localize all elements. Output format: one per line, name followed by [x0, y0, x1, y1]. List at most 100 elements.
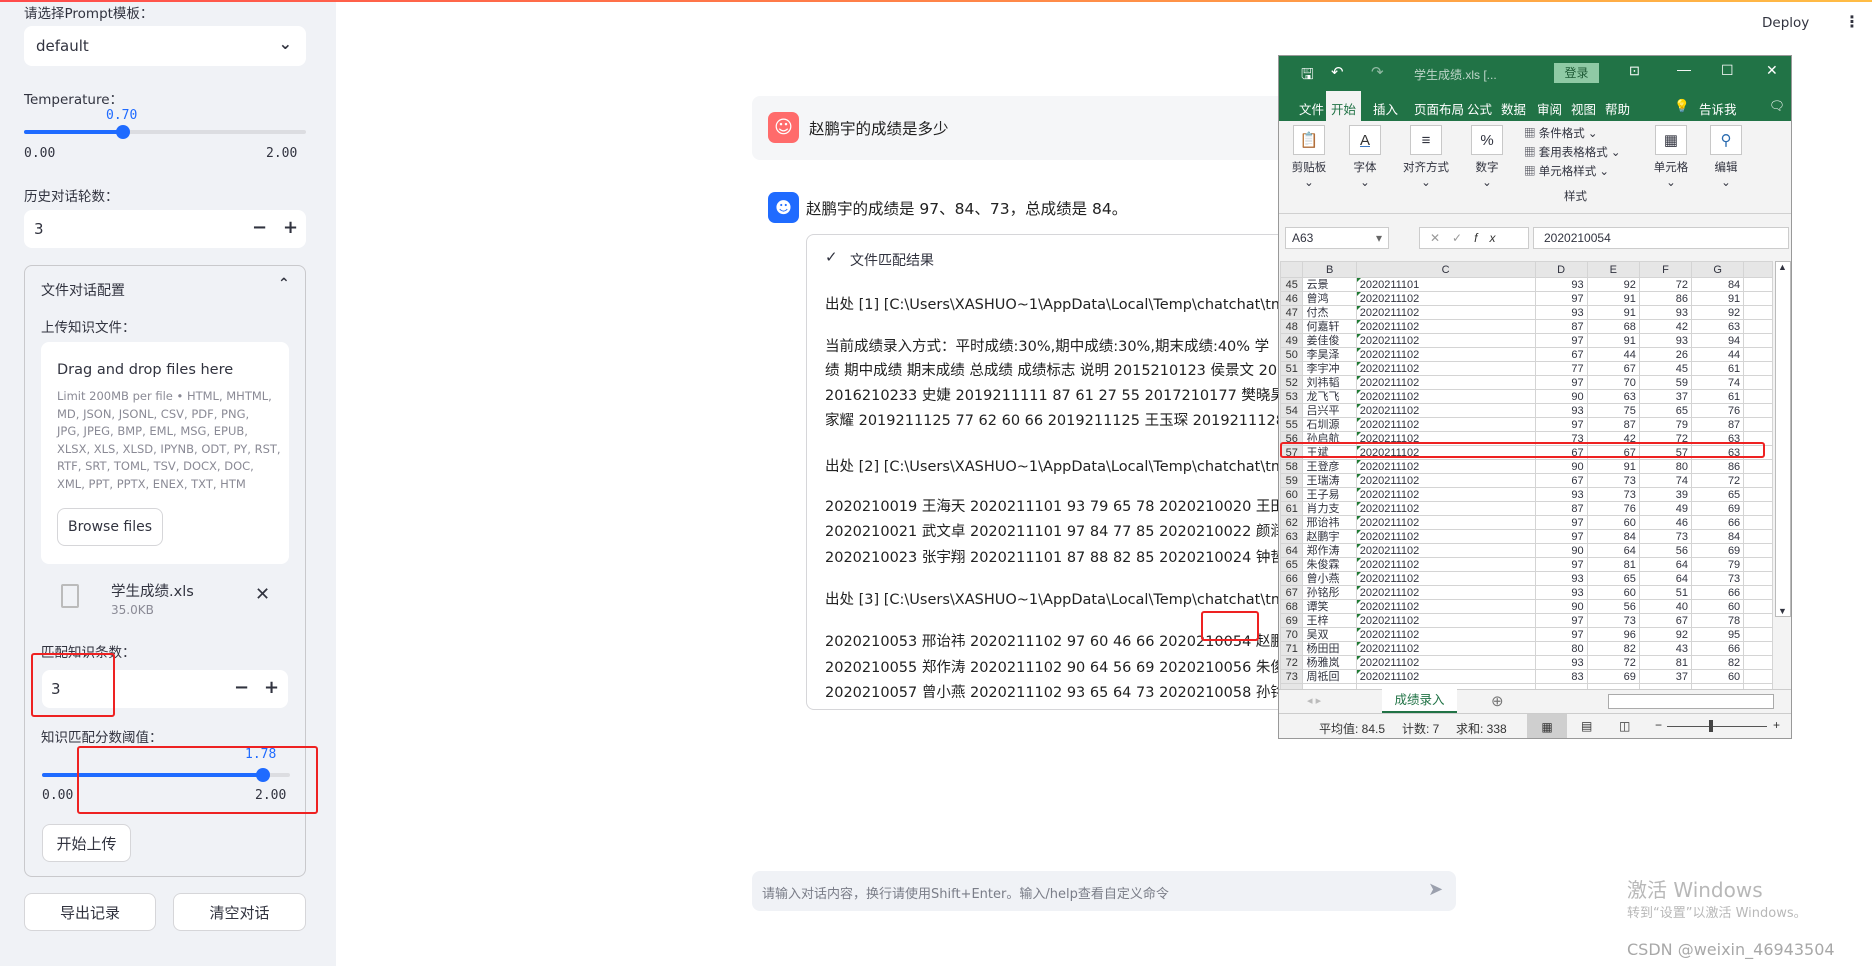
- ribbon-tab[interactable]: 公式: [1467, 99, 1492, 118]
- sheet-nav-arrows[interactable]: ◂ ▸: [1307, 694, 1321, 707]
- cell[interactable]: 80: [1638, 459, 1693, 474]
- ribbon-tab[interactable]: 视图: [1571, 99, 1596, 118]
- ribbon-display-icon[interactable]: ⊡: [1629, 63, 1640, 79]
- cell[interactable]: 石圳源: [1302, 417, 1357, 432]
- column-header[interactable]: G: [1691, 261, 1745, 278]
- column-header[interactable]: D: [1534, 261, 1588, 278]
- column-header[interactable]: B: [1302, 261, 1357, 278]
- align-icon[interactable]: ≡: [1410, 125, 1442, 155]
- cell[interactable]: 73: [1586, 487, 1640, 502]
- cell[interactable]: 51: [1638, 585, 1693, 600]
- minimize-icon[interactable]: —: [1677, 61, 1691, 77]
- remove-file-icon[interactable]: ✕: [255, 584, 270, 605]
- cell[interactable]: [1743, 459, 1773, 474]
- cell[interactable]: 84: [1691, 277, 1745, 292]
- cell[interactable]: 69: [1691, 543, 1745, 558]
- cell[interactable]: 95: [1691, 627, 1745, 642]
- cell[interactable]: 64: [1638, 557, 1693, 572]
- cell[interactable]: 93: [1534, 655, 1588, 670]
- cell[interactable]: 93: [1534, 305, 1588, 320]
- cell[interactable]: 97: [1534, 627, 1588, 642]
- history-rounds-input[interactable]: 3 − +: [24, 210, 306, 248]
- cell[interactable]: 2020211102: [1355, 361, 1536, 376]
- row-number[interactable]: 46: [1279, 291, 1304, 306]
- cell[interactable]: 59: [1638, 375, 1693, 390]
- cell[interactable]: 45: [1638, 361, 1693, 376]
- cell[interactable]: 65: [1586, 571, 1640, 586]
- cell[interactable]: 70: [1586, 375, 1640, 390]
- cell[interactable]: 83: [1534, 669, 1588, 684]
- cell[interactable]: 82: [1691, 655, 1745, 670]
- cell[interactable]: 92: [1691, 305, 1745, 320]
- prompt-template-select[interactable]: default ⌄: [24, 26, 306, 66]
- cell[interactable]: [1743, 669, 1773, 684]
- cell[interactable]: 60: [1586, 585, 1640, 600]
- cell[interactable]: 2020211102: [1355, 487, 1536, 502]
- cell[interactable]: [1743, 417, 1773, 432]
- cell[interactable]: 2020211102: [1355, 389, 1536, 404]
- cell[interactable]: 91: [1586, 459, 1640, 474]
- cell[interactable]: 46: [1638, 515, 1693, 530]
- cell[interactable]: 曾小燕: [1302, 571, 1357, 586]
- cell[interactable]: 91: [1586, 333, 1640, 348]
- cell[interactable]: 2020211102: [1355, 543, 1536, 558]
- row-number[interactable]: 52: [1279, 375, 1304, 390]
- cell[interactable]: 93: [1534, 277, 1588, 292]
- cell[interactable]: 97: [1534, 529, 1588, 544]
- undo-icon[interactable]: ↶: [1331, 63, 1344, 81]
- cell[interactable]: 90: [1534, 543, 1588, 558]
- cell[interactable]: 92: [1638, 627, 1693, 642]
- cell[interactable]: [1743, 529, 1773, 544]
- cell[interactable]: 付杰: [1302, 305, 1357, 320]
- row-number[interactable]: 63: [1279, 529, 1304, 544]
- cell[interactable]: 60: [1691, 669, 1745, 684]
- formula-input[interactable]: 2020210054: [1533, 227, 1789, 249]
- cell[interactable]: 93: [1638, 305, 1693, 320]
- decrement-button[interactable]: −: [252, 217, 267, 238]
- cell[interactable]: 43: [1638, 641, 1693, 656]
- cell[interactable]: 64: [1638, 571, 1693, 586]
- cell[interactable]: 2020211102: [1355, 515, 1536, 530]
- increment-button[interactable]: +: [264, 677, 279, 698]
- card-title[interactable]: 文件匹配结果: [850, 250, 934, 270]
- cell[interactable]: 66: [1691, 515, 1745, 530]
- cell[interactable]: 姜佳俊: [1302, 333, 1357, 348]
- horizontal-scrollbar[interactable]: [1608, 694, 1774, 709]
- row-number[interactable]: 55: [1279, 417, 1304, 432]
- cell[interactable]: 吕兴平: [1302, 403, 1357, 418]
- cell[interactable]: [1743, 361, 1773, 376]
- increment-button[interactable]: +: [283, 217, 298, 238]
- page-layout-icon[interactable]: ▤: [1581, 719, 1592, 733]
- cell[interactable]: [1743, 277, 1773, 292]
- cell[interactable]: 2020211102: [1355, 613, 1536, 628]
- file-dropzone[interactable]: Drag and drop files here Limit 200MB per…: [41, 342, 289, 564]
- row-number[interactable]: 71: [1279, 641, 1304, 656]
- cell[interactable]: 64: [1586, 543, 1640, 558]
- column-header[interactable]: E: [1586, 261, 1640, 278]
- row-number[interactable]: 50: [1279, 347, 1304, 362]
- ribbon-tab[interactable]: 审阅: [1537, 99, 1562, 118]
- cell[interactable]: 61: [1691, 389, 1745, 404]
- cell[interactable]: [1743, 627, 1773, 642]
- cell[interactable]: 2020211102: [1355, 627, 1536, 642]
- cell[interactable]: 李昊泽: [1302, 347, 1357, 362]
- ribbon-tab[interactable]: 数据: [1501, 99, 1526, 118]
- cell[interactable]: 2020211102: [1355, 417, 1536, 432]
- cell[interactable]: 91: [1691, 291, 1745, 306]
- cell[interactable]: 87: [1534, 501, 1588, 516]
- ribbon-clipboard[interactable]: 剪贴板: [1292, 162, 1327, 174]
- cell[interactable]: 73: [1691, 571, 1745, 586]
- cell[interactable]: [1743, 501, 1773, 516]
- cell[interactable]: 谭笑: [1302, 599, 1357, 614]
- formula-buttons[interactable]: ✕✓fx: [1419, 227, 1529, 249]
- cell[interactable]: 孙铭彤: [1302, 585, 1357, 600]
- row-number[interactable]: 59: [1279, 473, 1304, 488]
- export-records-button[interactable]: 导出记录: [24, 893, 156, 931]
- cell[interactable]: 王瑞涛: [1302, 473, 1357, 488]
- cell[interactable]: 87: [1586, 417, 1640, 432]
- cell[interactable]: 84: [1691, 529, 1745, 544]
- cell[interactable]: 67: [1534, 473, 1588, 488]
- cell[interactable]: 63: [1691, 319, 1745, 334]
- cell[interactable]: [1743, 403, 1773, 418]
- cell[interactable]: 87: [1691, 417, 1745, 432]
